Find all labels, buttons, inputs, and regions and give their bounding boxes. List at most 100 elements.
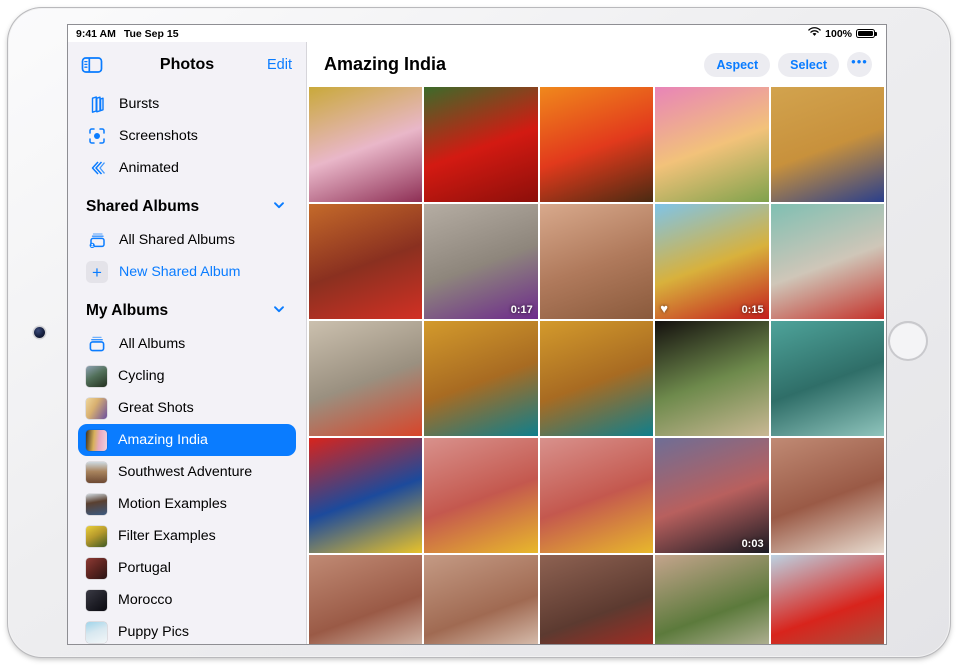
photo-thumbnail bbox=[770, 438, 884, 553]
photo-thumbnail bbox=[770, 204, 884, 319]
status-time: 9:41 AM bbox=[76, 27, 116, 40]
photo-thumbnail bbox=[424, 321, 538, 436]
photo-cell[interactable] bbox=[539, 438, 654, 553]
photo-cell[interactable] bbox=[655, 87, 769, 202]
sidebar-item-motion-examples[interactable]: Motion Examples bbox=[78, 488, 296, 520]
sidebar-item-puppy-pics[interactable]: Puppy Pics bbox=[78, 616, 296, 644]
sidebar-item-label: Bursts bbox=[119, 96, 160, 112]
photo-thumbnail bbox=[655, 555, 769, 644]
photo-thumbnail bbox=[770, 555, 884, 644]
photo-cell[interactable] bbox=[655, 321, 769, 436]
photo-cell[interactable]: 0:17 bbox=[424, 204, 538, 319]
photo-thumbnail bbox=[539, 555, 654, 644]
video-duration-badge: 0:03 bbox=[741, 538, 764, 550]
home-button[interactable] bbox=[888, 321, 928, 361]
sidebar-item-bursts[interactable]: Bursts bbox=[78, 88, 296, 120]
photo-cell[interactable] bbox=[539, 555, 654, 644]
ipad-device-frame: 9:41 AM Tue Sep 15 100% Photos Edit Burs… bbox=[8, 8, 950, 657]
photo-cell[interactable] bbox=[309, 87, 423, 202]
photo-grid[interactable]: 0:17 ♥ 0:15 0:03 bbox=[307, 87, 886, 644]
photo-cell[interactable] bbox=[424, 438, 538, 553]
sidebar-item-all-albums[interactable]: All Albums bbox=[78, 328, 296, 360]
section-title: My Albums bbox=[86, 302, 169, 319]
favorite-heart-icon: ♥ bbox=[660, 301, 668, 316]
section-header-shared-albums[interactable]: Shared Albums bbox=[78, 190, 296, 224]
shared-album-icon bbox=[86, 229, 108, 251]
photo-cell[interactable] bbox=[770, 87, 884, 202]
photo-thumbnail bbox=[539, 204, 654, 319]
photo-cell[interactable] bbox=[770, 321, 884, 436]
sidebar: Photos Edit Bursts Screenshots Animated … bbox=[68, 42, 307, 644]
sidebar-item-label: Screenshots bbox=[119, 128, 198, 144]
sidebar-item-label: Filter Examples bbox=[118, 528, 216, 544]
photo-cell[interactable] bbox=[539, 87, 654, 202]
sidebar-item-label: All Albums bbox=[119, 336, 186, 352]
wifi-icon bbox=[808, 27, 821, 40]
photo-cell[interactable] bbox=[770, 438, 884, 553]
sidebar-item-label: New Shared Album bbox=[119, 264, 241, 280]
sidebar-item-all-shared-albums[interactable]: All Shared Albums bbox=[78, 224, 296, 256]
album-thumbnail bbox=[86, 557, 107, 579]
chevron-down-icon[interactable] bbox=[272, 198, 286, 217]
photo-cell[interactable] bbox=[309, 204, 423, 319]
sidebar-toggle-icon[interactable] bbox=[80, 53, 104, 77]
photo-cell[interactable] bbox=[770, 204, 884, 319]
page-title: Amazing India bbox=[324, 54, 447, 74]
chevron-down-icon[interactable] bbox=[272, 302, 286, 321]
battery-percent-label: 100% bbox=[825, 27, 852, 40]
photo-cell[interactable] bbox=[424, 321, 538, 436]
photo-cell[interactable] bbox=[424, 555, 538, 644]
sidebar-item-amazing-india[interactable]: Amazing India bbox=[78, 424, 296, 456]
photo-cell[interactable] bbox=[539, 321, 654, 436]
video-duration-badge: 0:17 bbox=[510, 304, 533, 316]
sidebar-list[interactable]: Bursts Screenshots Animated Shared Album… bbox=[68, 87, 306, 644]
album-thumbnail bbox=[86, 589, 107, 611]
select-button[interactable]: Select bbox=[778, 52, 839, 77]
sidebar-item-animated[interactable]: Animated bbox=[78, 152, 296, 184]
photo-thumbnail bbox=[424, 87, 538, 202]
photo-cell[interactable]: ♥ 0:15 bbox=[655, 204, 769, 319]
sidebar-item-cycling[interactable]: Cycling bbox=[78, 360, 296, 392]
sidebar-item-portugal[interactable]: Portugal bbox=[78, 552, 296, 584]
sidebar-item-filter-examples[interactable]: Filter Examples bbox=[78, 520, 296, 552]
photo-cell[interactable] bbox=[424, 87, 538, 202]
screenshots-icon bbox=[86, 125, 108, 147]
albums-stack-icon bbox=[86, 333, 108, 355]
photo-cell[interactable] bbox=[539, 204, 654, 319]
ellipsis-icon[interactable]: ••• bbox=[847, 52, 872, 77]
bursts-icon bbox=[86, 93, 108, 115]
sidebar-item-label: Cycling bbox=[118, 368, 165, 384]
sidebar-item-label: Portugal bbox=[118, 560, 171, 576]
sidebar-item-new-shared-album[interactable]: + New Shared Album bbox=[78, 256, 296, 288]
detail-pane: Amazing India Aspect Select ••• 0:17 ♥ 0:1… bbox=[307, 42, 886, 644]
edit-button[interactable]: Edit bbox=[267, 57, 292, 73]
sidebar-item-screenshots[interactable]: Screenshots bbox=[78, 120, 296, 152]
photo-thumbnail bbox=[309, 87, 423, 202]
sidebar-item-morocco[interactable]: Morocco bbox=[78, 584, 296, 616]
sidebar-header: Photos Edit bbox=[68, 42, 306, 87]
sidebar-item-great-shots[interactable]: Great Shots bbox=[78, 392, 296, 424]
sidebar-item-southwest-adventure[interactable]: Southwest Adventure bbox=[78, 456, 296, 488]
album-thumbnail bbox=[86, 621, 107, 643]
album-thumbnail bbox=[86, 397, 107, 419]
section-header-my-albums[interactable]: My Albums bbox=[78, 294, 296, 328]
photo-thumbnail bbox=[655, 204, 769, 319]
photo-cell[interactable] bbox=[770, 555, 884, 644]
album-thumbnail bbox=[86, 365, 107, 387]
photo-cell[interactable] bbox=[655, 555, 769, 644]
photo-thumbnail bbox=[424, 555, 538, 644]
photo-thumbnail bbox=[539, 87, 654, 202]
photo-cell[interactable] bbox=[309, 321, 423, 436]
photo-thumbnail bbox=[309, 204, 423, 319]
photo-cell[interactable]: 0:03 bbox=[655, 438, 769, 553]
aspect-button[interactable]: Aspect bbox=[704, 52, 771, 77]
photo-cell[interactable] bbox=[309, 555, 423, 644]
photo-cell[interactable] bbox=[309, 438, 423, 553]
section-title: Shared Albums bbox=[86, 198, 200, 215]
sidebar-item-label: Puppy Pics bbox=[118, 624, 189, 640]
video-duration-badge: 0:15 bbox=[741, 304, 764, 316]
photo-thumbnail bbox=[424, 204, 538, 319]
sidebar-item-label: Great Shots bbox=[118, 400, 194, 416]
photo-thumbnail bbox=[309, 555, 423, 644]
album-thumbnail bbox=[86, 461, 107, 483]
